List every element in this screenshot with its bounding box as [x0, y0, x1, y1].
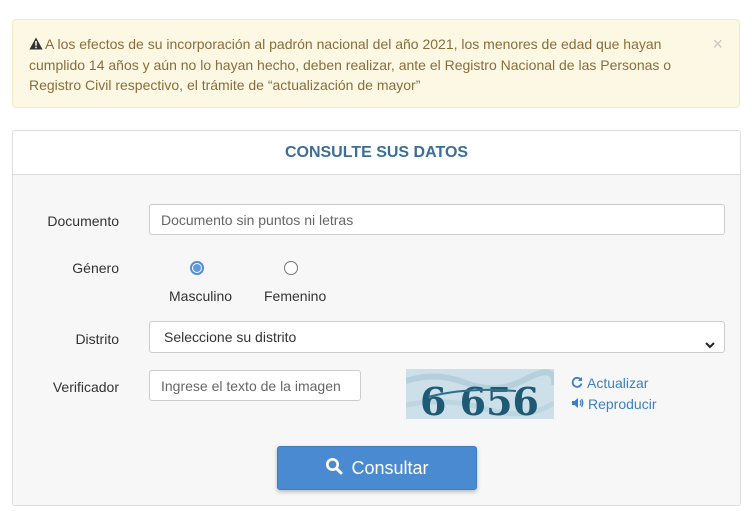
verificador-label: Verificador — [52, 379, 119, 395]
panel-title: CONSULTE SUS DATOS — [13, 131, 740, 175]
genero-label: Género — [72, 260, 119, 276]
radio-femenino[interactable] — [284, 261, 298, 275]
warning-alert: A los efectos de su incorporación al pad… — [12, 19, 740, 108]
chevron-down-icon — [704, 331, 716, 361]
alert-message: A los efectos de su incorporación al pad… — [29, 36, 672, 93]
radio-masculino[interactable] — [190, 261, 204, 275]
documento-label: Documento — [47, 213, 119, 229]
play-audio-link[interactable]: Reproducir — [571, 396, 656, 412]
distrito-label: Distrito — [75, 331, 119, 347]
captcha-text: 6 656 — [420, 379, 539, 419]
distrito-selected-value: Seleccione su distrito — [164, 329, 297, 345]
consult-form: Documento Género Masculino Femenino Dist… — [13, 175, 740, 505]
radio-femenino-label[interactable]: Femenino — [264, 288, 326, 304]
consultar-button[interactable]: Consultar — [277, 446, 477, 490]
documento-input[interactable] — [149, 204, 725, 235]
refresh-captcha-link[interactable]: Actualizar — [571, 375, 648, 391]
radio-masculino-label[interactable]: Masculino — [169, 288, 232, 304]
volume-icon — [571, 396, 584, 412]
refresh-icon — [571, 375, 583, 391]
audio-label: Reproducir — [588, 396, 657, 412]
captcha-image: 6 656 — [405, 369, 558, 424]
refresh-label: Actualizar — [587, 375, 649, 391]
consultar-label: Consultar — [351, 457, 429, 478]
verificador-input[interactable] — [149, 370, 361, 401]
close-alert-button[interactable]: × — [712, 34, 723, 54]
search-icon — [325, 457, 343, 480]
consult-panel: CONSULTE SUS DATOS Documento Género Masc… — [12, 130, 741, 506]
distrito-select[interactable]: Seleccione su distrito — [149, 321, 725, 353]
warning-icon — [29, 35, 43, 55]
